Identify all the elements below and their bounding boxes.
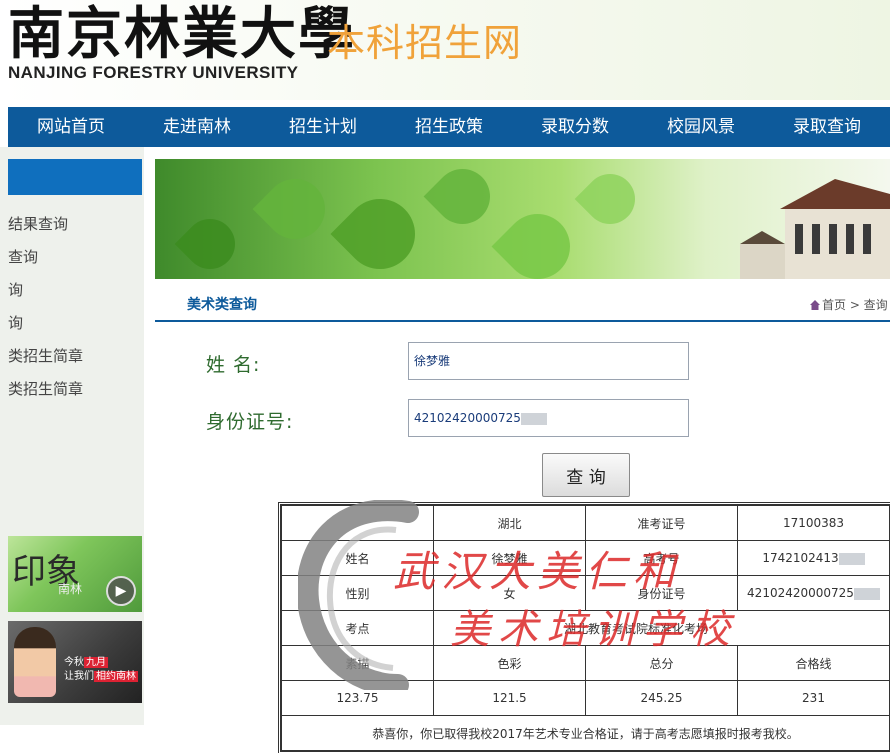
breadcrumb[interactable]: 首页 > 查询: [810, 296, 888, 313]
sidebar-item-query-2[interactable]: 询: [8, 279, 144, 300]
id-number-value: 42102420000725: [414, 411, 521, 425]
video-ad-impression[interactable]: 印象 南林 ▶: [8, 536, 142, 612]
table-cell: 245.25: [585, 680, 738, 716]
id-number-input[interactable]: 42102420000725: [408, 399, 689, 437]
sidebar-header: [8, 159, 142, 195]
name-input[interactable]: 徐梦雅: [408, 342, 689, 380]
watermark-line-2: 美术培训学校: [450, 607, 738, 653]
play-icon[interactable]: ▶: [106, 576, 136, 606]
watermark-line-1: 武汉大美仁和: [393, 547, 682, 596]
header: 南京林業大學 NANJING FORESTRY UNIVERSITY 本科招生网: [0, 0, 890, 100]
ad-line-2: 让我们 相约南林: [64, 667, 138, 682]
ad-line-2-prefix: 让我们: [64, 671, 94, 682]
main-nav: 网站首页 走进南林 招生计划 招生政策 录取分数 校园风景 录取查询: [8, 107, 890, 147]
redacted-digits: [838, 552, 865, 565]
student-photo: [14, 627, 56, 697]
redacted-digits: [853, 587, 880, 600]
table-cell: 湖北: [433, 505, 586, 541]
nav-item-policy[interactable]: 招生政策: [386, 107, 512, 147]
sidebar-item-brochure[interactable]: 类招生简章: [8, 345, 144, 366]
home-icon: [810, 300, 820, 310]
nav-item-about[interactable]: 走进南林: [134, 107, 260, 147]
campus-building-icon: [740, 179, 890, 279]
redacted-digits: [520, 412, 547, 425]
table-cell: 合格线: [737, 645, 890, 681]
table-cell: 231: [737, 680, 890, 716]
sidebar-item-query[interactable]: 查询: [8, 246, 144, 267]
nav-item-campus[interactable]: 校园风景: [638, 107, 764, 147]
sidebar-item-result-query[interactable]: 结果查询: [8, 213, 144, 234]
ad-line-1: 今秋 九月: [64, 653, 108, 668]
id-label: 身份证号:: [206, 411, 294, 433]
admission-notice: 恭喜你，你已取得我校2017年艺术专业合格证，请于高考志愿填报时报考我校。: [281, 715, 890, 751]
section-divider: [155, 320, 890, 322]
university-logo-english[interactable]: NANJING FORESTRY UNIVERSITY: [8, 63, 298, 83]
table-cell: 121.5: [433, 680, 586, 716]
query-button[interactable]: 查 询: [542, 453, 630, 497]
site-title: 本科招生网: [327, 21, 523, 65]
university-logo-chinese[interactable]: 南京林業大學: [8, 2, 356, 66]
table-cell: 17100383: [737, 505, 890, 541]
sidebar-item-query-3[interactable]: 询: [8, 312, 144, 333]
nav-item-admission-query[interactable]: 录取查询: [764, 107, 890, 147]
breadcrumb-text[interactable]: 首页 > 查询: [822, 298, 888, 312]
video-ad-invite[interactable]: 今秋 九月 让我们 相约南林: [8, 621, 142, 703]
exam-number-value: 1742102413: [762, 551, 839, 565]
page-title: 美术类查询: [187, 297, 257, 313]
ad-subtitle: 南林: [58, 582, 83, 596]
table-cell: 准考证号: [585, 505, 738, 541]
name-input-value: 徐梦雅: [414, 354, 451, 368]
name-label: 姓 名:: [206, 354, 261, 376]
nav-item-plan[interactable]: 招生计划: [260, 107, 386, 147]
nav-item-scores[interactable]: 录取分数: [512, 107, 638, 147]
table-row: 恭喜你，你已取得我校2017年艺术专业合格证，请于高考志愿填报时报考我校。: [281, 715, 890, 751]
banner-image: [155, 159, 890, 279]
sidebar-item-brochure-2[interactable]: 类招生简章: [8, 378, 144, 399]
id-number-cell-value: 42102420000725: [747, 586, 854, 600]
table-cell: 42102420000725: [737, 575, 890, 611]
table-cell: 1742102413: [737, 540, 890, 576]
nav-item-home[interactable]: 网站首页: [8, 107, 134, 147]
ad-line-2-highlight: 相约南林: [94, 671, 138, 682]
sidebar: 结果查询 查询 询 询 类招生简章 类招生简章 印象 南林 ▶ 今秋 九月 让我们…: [0, 147, 144, 725]
